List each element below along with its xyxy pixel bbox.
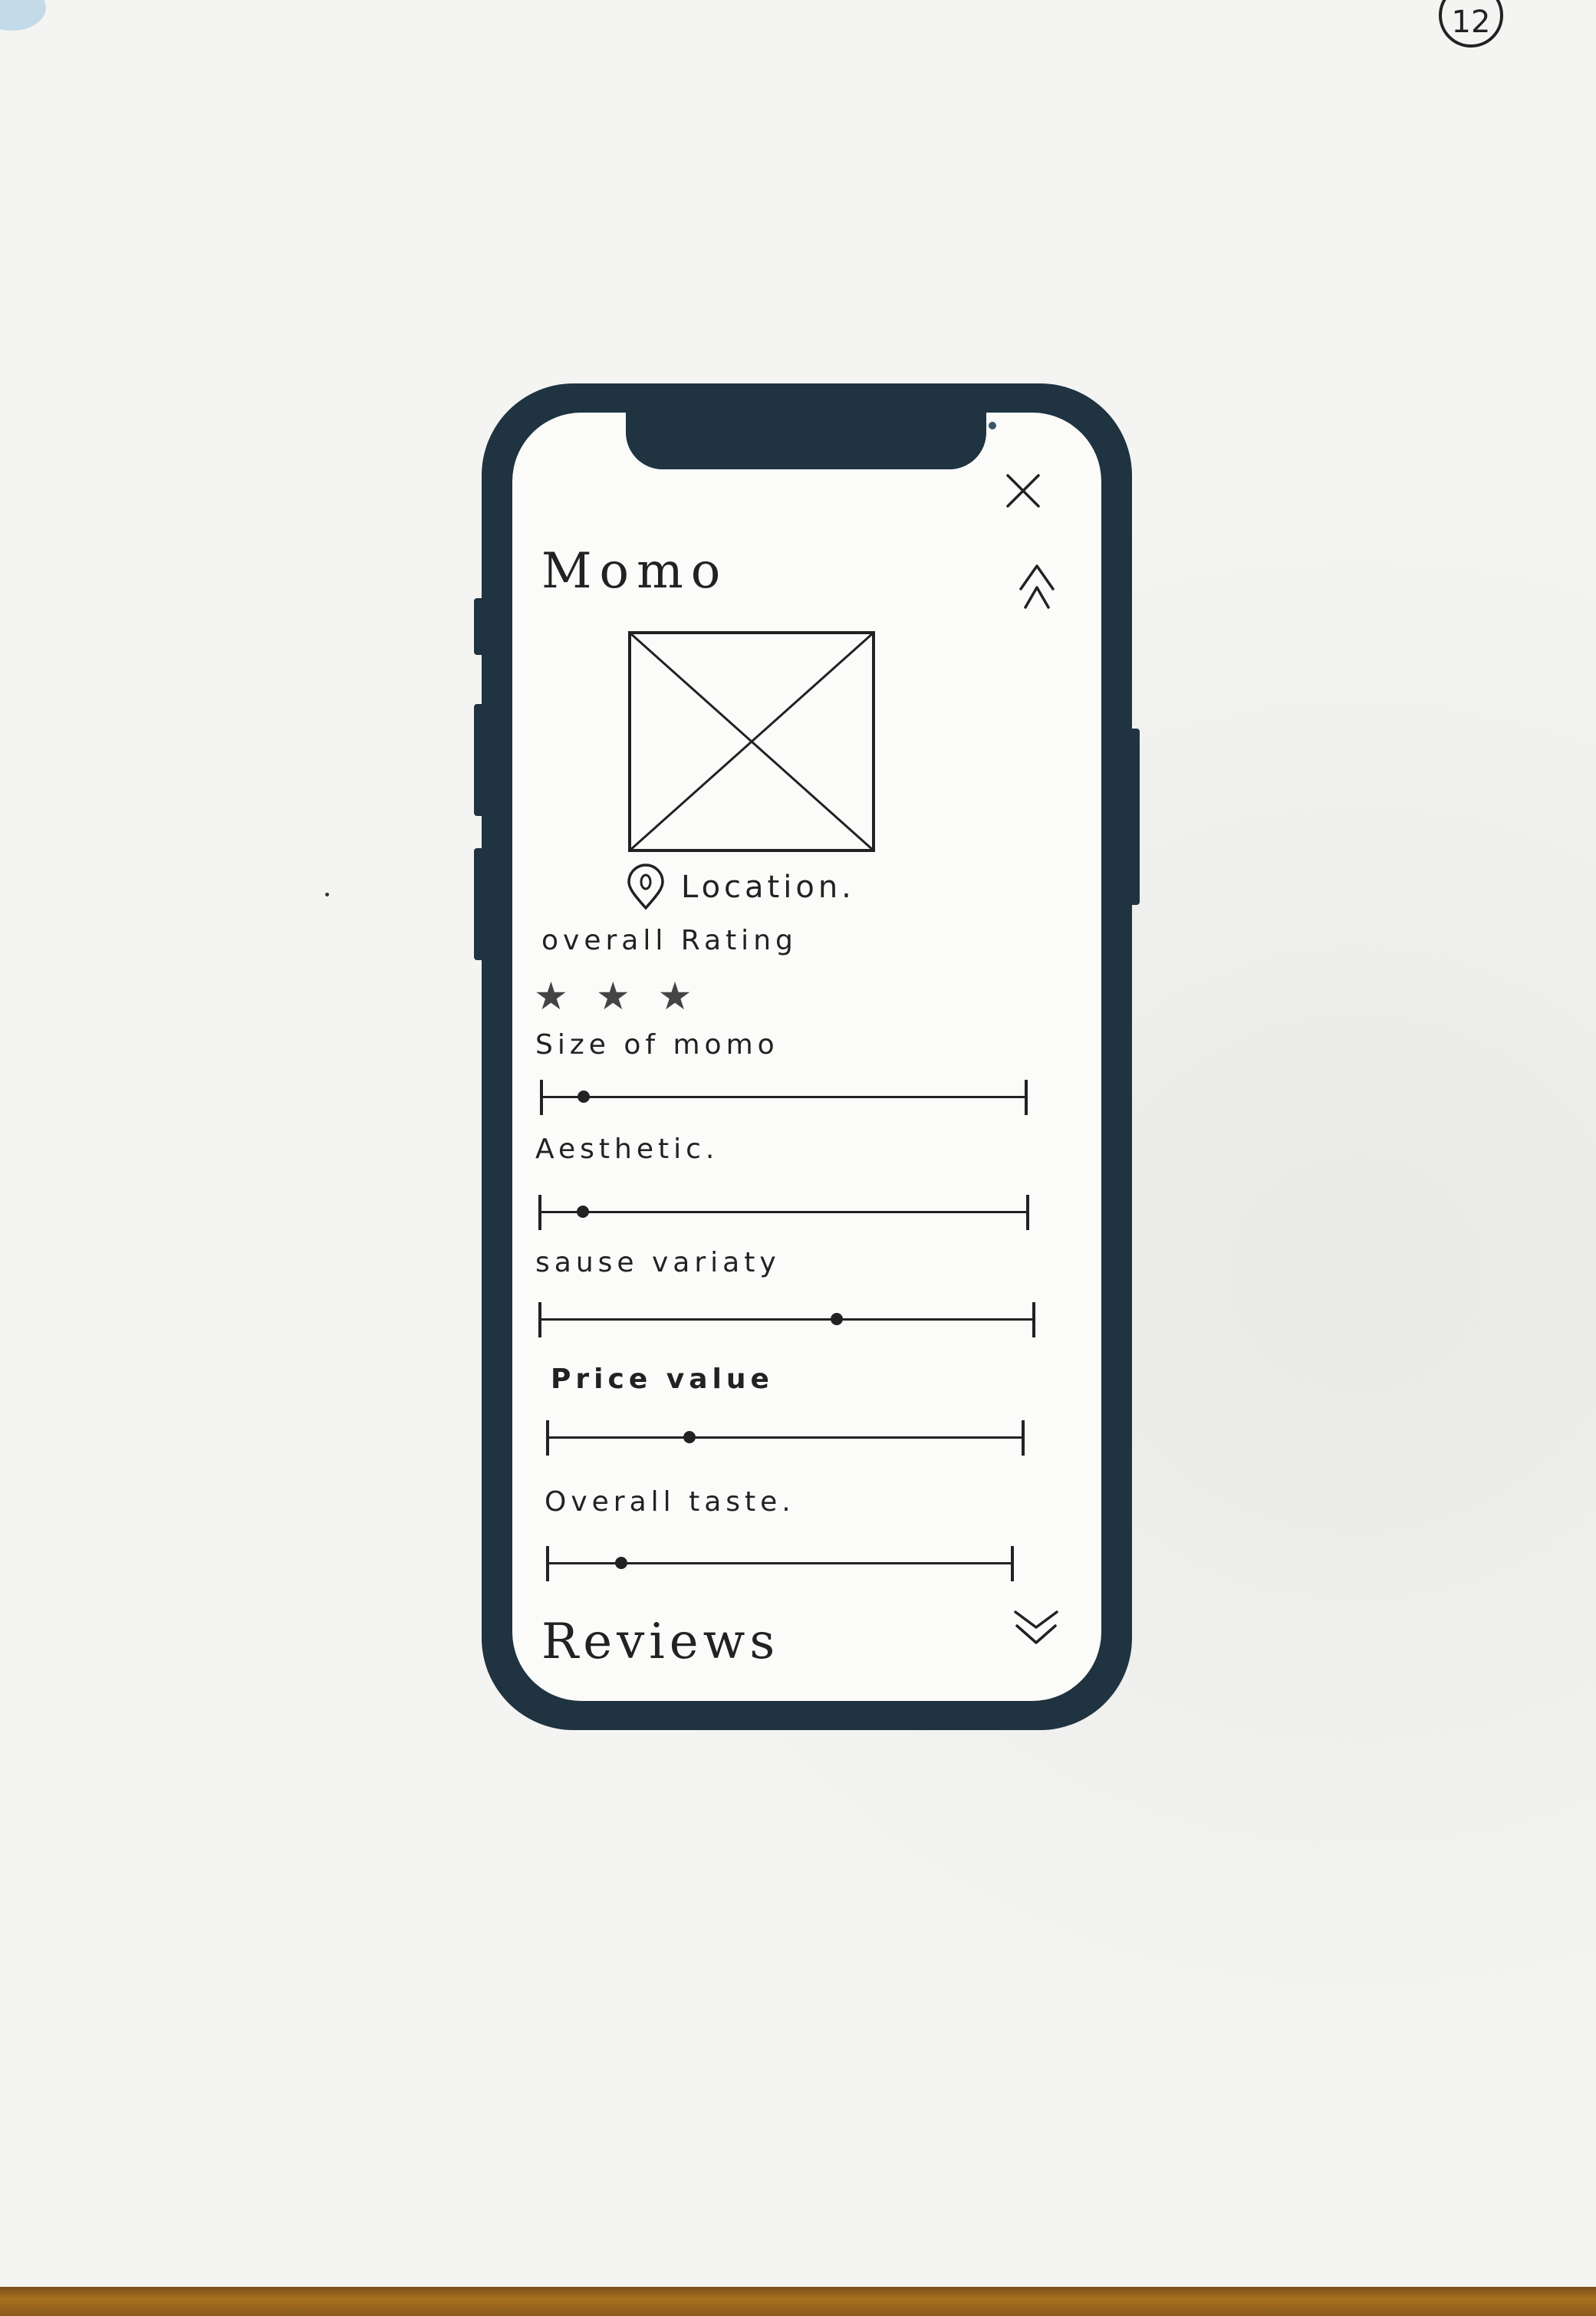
slider-max-tick <box>1032 1302 1035 1337</box>
slider-thumb[interactable] <box>578 1091 591 1103</box>
slider-size[interactable] <box>540 1077 1028 1118</box>
star-icon[interactable]: ★ <box>658 974 693 1018</box>
phone-screen: Momo Location. overall Rating ★ ★ ★ Size o… <box>512 413 1101 1701</box>
reviews-heading[interactable]: Reviews <box>541 1614 779 1670</box>
slider-price-value[interactable] <box>546 1417 1025 1459</box>
slider-thumb[interactable] <box>614 1557 627 1569</box>
slider-max-tick <box>1011 1546 1014 1581</box>
page-number: 12 <box>1451 5 1491 40</box>
slider-track <box>538 1318 1035 1321</box>
slider-overall-taste[interactable] <box>546 1543 1014 1584</box>
star-icon[interactable]: ★ <box>534 974 568 1018</box>
page-title: Momo <box>541 543 729 600</box>
slider-track <box>538 1211 1029 1213</box>
slider-aesthetic[interactable] <box>538 1192 1029 1233</box>
slider-label-aesthetic: Aesthetic. <box>535 1133 719 1165</box>
camera-icon <box>989 422 996 429</box>
double-chevron-down-icon[interactable] <box>1011 1607 1061 1647</box>
star-icon[interactable]: ★ <box>596 974 630 1018</box>
slider-label-price-value: Price value <box>551 1364 774 1395</box>
image-placeholder-icon <box>628 631 875 852</box>
table-edge <box>0 2287 1596 2316</box>
slider-label-overall-taste: Overall taste. <box>545 1486 795 1518</box>
overall-rating-stars[interactable]: ★ ★ ★ <box>534 974 692 1018</box>
location-row[interactable]: Location. <box>624 864 855 911</box>
slider-track <box>546 1436 1025 1439</box>
slider-sauce-variety[interactable] <box>538 1299 1035 1341</box>
slider-thumb[interactable] <box>683 1431 696 1443</box>
slider-max-tick <box>1025 1080 1028 1115</box>
close-icon[interactable] <box>1003 471 1043 511</box>
slider-thumb[interactable] <box>576 1206 589 1218</box>
location-pin-icon <box>627 864 664 910</box>
slider-thumb[interactable] <box>830 1313 843 1325</box>
slider-max-tick <box>1022 1420 1025 1456</box>
location-label: Location. <box>681 870 855 905</box>
slider-label-size: Size of momo <box>535 1029 779 1061</box>
pencil-dot <box>325 893 329 896</box>
phone-notch <box>626 413 996 469</box>
slider-max-tick <box>1026 1195 1029 1230</box>
overall-rating-label: overall Rating <box>541 925 798 956</box>
double-chevron-up-icon[interactable] <box>1015 560 1059 614</box>
slider-label-sauce-variety: sause variaty <box>535 1247 781 1278</box>
slider-track <box>540 1096 1028 1098</box>
